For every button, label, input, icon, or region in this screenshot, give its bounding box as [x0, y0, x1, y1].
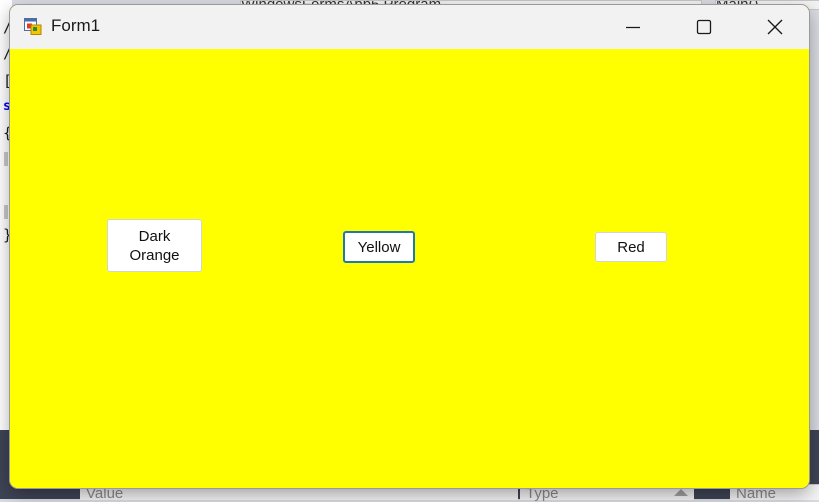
- gutter-marker: [4, 152, 8, 166]
- yellow-button-label: Yellow: [357, 238, 401, 256]
- gutter-marker: [4, 205, 8, 219]
- minimize-icon: [626, 26, 640, 29]
- title-bar[interactable]: Form1: [10, 5, 809, 49]
- form-client-area: Dark Orange Yellow Red: [10, 49, 809, 488]
- dark-orange-button-label-line1: Dark: [138, 227, 171, 245]
- red-button-label: Red: [617, 238, 645, 256]
- minimize-button[interactable]: [610, 5, 656, 49]
- close-icon: [767, 19, 783, 35]
- winforms-app-icon[interactable]: [24, 17, 42, 35]
- dark-orange-button-label-line2: Orange: [129, 246, 180, 264]
- yellow-button[interactable]: Yellow: [343, 231, 415, 263]
- dark-orange-button[interactable]: Dark Orange: [107, 219, 202, 272]
- sort-arrow-icon: [674, 489, 688, 496]
- form1-window: Form1 Dark Orange Yellow Red: [10, 5, 809, 488]
- red-button[interactable]: Red: [595, 232, 667, 262]
- maximize-icon: [696, 19, 712, 35]
- close-button[interactable]: [752, 5, 798, 49]
- window-title: Form1: [51, 16, 101, 35]
- maximize-button[interactable]: [681, 5, 727, 49]
